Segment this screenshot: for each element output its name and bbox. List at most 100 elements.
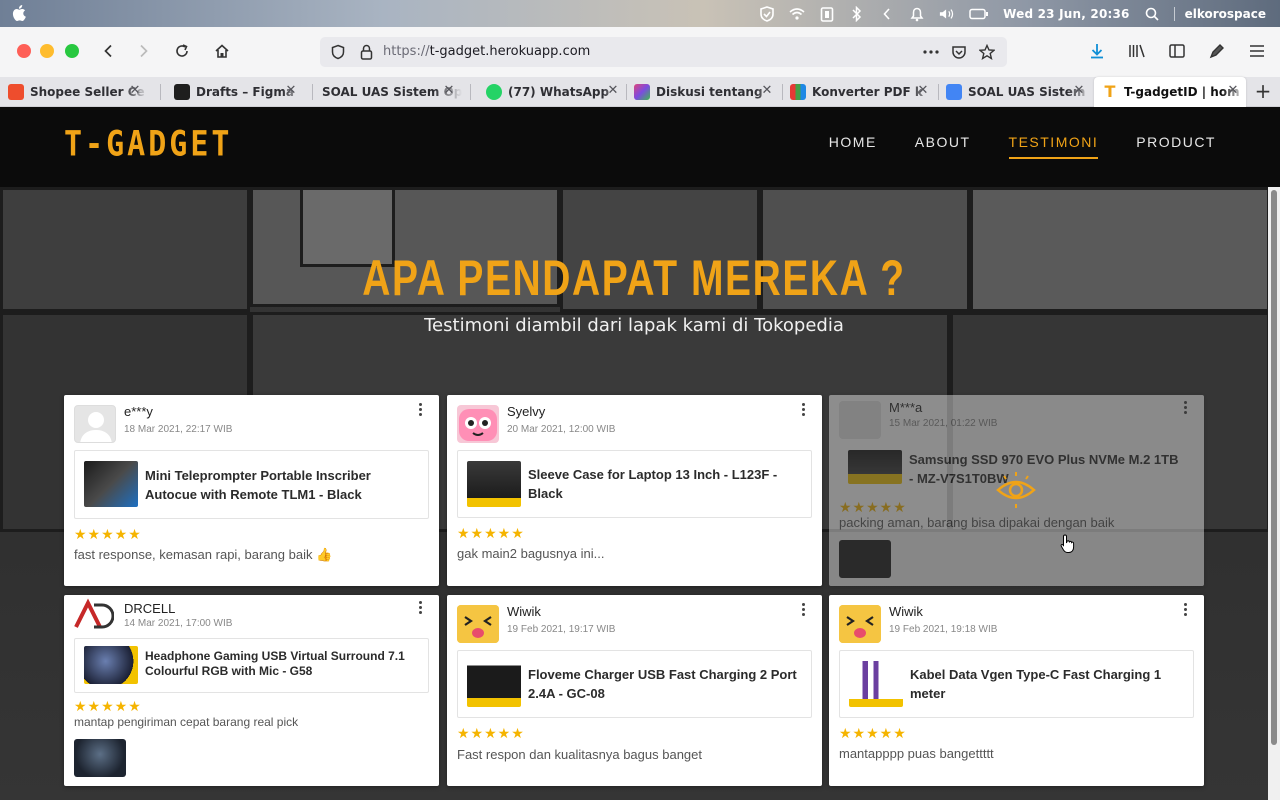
forward-button[interactable] bbox=[133, 41, 153, 61]
page-scrollbar[interactable] bbox=[1268, 187, 1280, 800]
close-window-button[interactable] bbox=[17, 44, 31, 58]
close-icon[interactable]: ✕ bbox=[1072, 84, 1086, 98]
scroll-thumb[interactable] bbox=[1271, 190, 1277, 745]
review-date: 19 Feb 2021, 19:17 WIB bbox=[507, 624, 616, 635]
more-actions-icon[interactable] bbox=[923, 44, 939, 60]
lock-icon[interactable] bbox=[358, 44, 374, 60]
google-docs-icon bbox=[946, 84, 962, 100]
sidebar-button[interactable] bbox=[1167, 41, 1187, 61]
url-text[interactable]: https://t-gadget.herokuapp.com bbox=[383, 44, 590, 59]
volume-icon[interactable] bbox=[939, 6, 955, 22]
avatar bbox=[457, 405, 499, 443]
nav-testimoni[interactable]: TESTIMONI bbox=[1008, 134, 1099, 159]
tab-soal-uas-2[interactable]: SOAL UAS Sistem ✕ bbox=[946, 77, 1092, 107]
main-nav: HOME ABOUT TESTIMONI PRODUCT bbox=[829, 134, 1216, 159]
kebab-menu-icon[interactable] bbox=[1180, 401, 1190, 417]
tab-soal-uas-1[interactable]: SOAL UAS Sistem Op ✕ bbox=[322, 77, 462, 107]
close-icon[interactable]: ✕ bbox=[442, 84, 456, 98]
user-menu[interactable]: elkorospace bbox=[1173, 6, 1266, 21]
search-icon[interactable] bbox=[1144, 6, 1160, 22]
product-box[interactable]: Headphone Gaming USB Virtual Surround 7.… bbox=[74, 638, 429, 693]
wifi-icon[interactable] bbox=[789, 6, 805, 22]
close-icon[interactable]: ✕ bbox=[284, 84, 298, 98]
menu-button[interactable] bbox=[1247, 41, 1267, 61]
product-box[interactable]: Sleeve Case for Laptop 13 Inch - L123F -… bbox=[457, 450, 812, 518]
new-tab-button[interactable]: + bbox=[1252, 81, 1274, 103]
nav-home[interactable]: HOME bbox=[829, 134, 877, 159]
kebab-menu-icon[interactable] bbox=[1180, 603, 1190, 619]
shield-icon[interactable] bbox=[759, 5, 775, 22]
kebab-menu-icon[interactable] bbox=[798, 403, 808, 419]
reload-button[interactable] bbox=[172, 41, 192, 61]
review-photo[interactable] bbox=[839, 540, 891, 578]
reviewer-name: M***a bbox=[889, 400, 923, 415]
testimonial-card[interactable]: DRCELL 14 Mar 2021, 17:00 WIB Headphone … bbox=[64, 595, 439, 786]
kebab-menu-icon[interactable] bbox=[415, 403, 425, 419]
product-image bbox=[467, 661, 521, 707]
tab-shopee[interactable]: Shopee Seller Ce ✕ bbox=[8, 77, 148, 107]
diskusi-icon bbox=[634, 84, 650, 100]
review-photo[interactable] bbox=[74, 739, 126, 777]
tracking-shield-icon[interactable] bbox=[330, 44, 346, 60]
product-title: Sleeve Case for Laptop 13 Inch - L123F -… bbox=[528, 467, 778, 501]
product-box[interactable]: Mini Teleprompter Portable Inscriber Aut… bbox=[74, 450, 429, 519]
tab-diskusi[interactable]: Diskusi tentang ✕ bbox=[634, 77, 780, 107]
downloads-button[interactable] bbox=[1087, 41, 1107, 61]
bookmark-star-icon[interactable] bbox=[979, 44, 995, 60]
reviewer-name: Wiwik bbox=[889, 604, 923, 619]
zoom-window-button[interactable] bbox=[65, 44, 79, 58]
back-button[interactable] bbox=[99, 41, 119, 61]
testimonial-card[interactable]: Wiwik 19 Feb 2021, 19:18 WIB Kabel Data … bbox=[829, 595, 1204, 786]
minimize-window-button[interactable] bbox=[40, 44, 54, 58]
avatar bbox=[457, 605, 499, 643]
product-box[interactable]: Floveme Charger USB Fast Charging 2 Port… bbox=[457, 650, 812, 718]
review-date: 18 Mar 2021, 22:17 WIB bbox=[124, 424, 233, 435]
site-logo[interactable]: T-GADGET bbox=[64, 124, 233, 164]
avatar bbox=[72, 597, 114, 635]
bell-icon[interactable] bbox=[909, 6, 925, 22]
tab-konverter-pdf[interactable]: Konverter PDF k ✕ bbox=[790, 77, 936, 107]
tab-whatsapp[interactable]: (77) WhatsApp ✕ bbox=[486, 77, 626, 107]
hand-cursor-icon bbox=[1060, 534, 1076, 558]
kebab-menu-icon[interactable] bbox=[415, 601, 425, 617]
product-title: Kabel Data Vgen Type-C Fast Charging 1 m… bbox=[910, 667, 1162, 701]
url-protocol: https:// bbox=[383, 44, 430, 59]
review-text: packing aman, barang bisa dipakai dengan… bbox=[839, 515, 1115, 530]
product-box[interactable]: Kabel Data Vgen Type-C Fast Charging 1 m… bbox=[839, 650, 1194, 718]
tab-t-gadget[interactable]: T T-gadgetID | hom ✕ bbox=[1094, 77, 1246, 107]
avatar bbox=[74, 405, 116, 443]
close-icon[interactable]: ✕ bbox=[916, 84, 930, 98]
reviewer-name: DRCELL bbox=[124, 601, 176, 616]
review-text: fast response, kemasan rapi, barang baik… bbox=[74, 547, 333, 562]
close-icon[interactable]: ✕ bbox=[606, 84, 620, 98]
nav-about[interactable]: ABOUT bbox=[915, 134, 971, 159]
tab-strip: Shopee Seller Ce ✕ Drafts – Figma ✕ SOAL… bbox=[0, 77, 1280, 107]
view-eye-icon[interactable] bbox=[994, 470, 1038, 514]
rating-stars: ★★★★★ bbox=[839, 500, 907, 516]
apple-icon[interactable] bbox=[12, 5, 26, 21]
clipboard-icon[interactable] bbox=[819, 6, 835, 22]
reviewer-name: e***y bbox=[124, 404, 153, 419]
extensions-button[interactable] bbox=[1207, 41, 1227, 61]
battery-icon[interactable] bbox=[969, 6, 989, 22]
testimonial-card[interactable]: Wiwik 19 Feb 2021, 19:17 WIB Floveme Cha… bbox=[447, 595, 822, 786]
home-button[interactable] bbox=[212, 41, 232, 61]
pocket-icon[interactable] bbox=[951, 44, 967, 60]
review-date: 20 Mar 2021, 12:00 WIB bbox=[507, 424, 616, 435]
library-button[interactable] bbox=[1127, 41, 1147, 61]
address-bar[interactable]: https://t-gadget.herokuapp.com bbox=[320, 37, 1007, 67]
nav-product[interactable]: PRODUCT bbox=[1136, 134, 1216, 159]
clock-date[interactable]: Wed 23 Jun, 20:36 bbox=[1003, 7, 1129, 21]
chevron-left-icon[interactable] bbox=[879, 6, 895, 22]
reload-icon bbox=[176, 44, 188, 57]
close-icon[interactable]: ✕ bbox=[128, 84, 142, 98]
emoji-avatar-icon bbox=[457, 605, 499, 643]
tab-figma[interactable]: Drafts – Figma ✕ bbox=[174, 77, 304, 107]
close-icon[interactable]: ✕ bbox=[760, 84, 774, 98]
close-icon[interactable]: ✕ bbox=[1226, 84, 1240, 98]
bluetooth-icon[interactable] bbox=[849, 5, 865, 22]
kebab-menu-icon[interactable] bbox=[798, 603, 808, 619]
testimonial-card[interactable]: e***y 18 Mar 2021, 22:17 WIB Mini Telepr… bbox=[64, 395, 439, 586]
testimonial-card[interactable]: Syelvy 20 Mar 2021, 12:00 WIB Sleeve Cas… bbox=[447, 395, 822, 586]
review-date: 19 Feb 2021, 19:18 WIB bbox=[889, 624, 998, 635]
